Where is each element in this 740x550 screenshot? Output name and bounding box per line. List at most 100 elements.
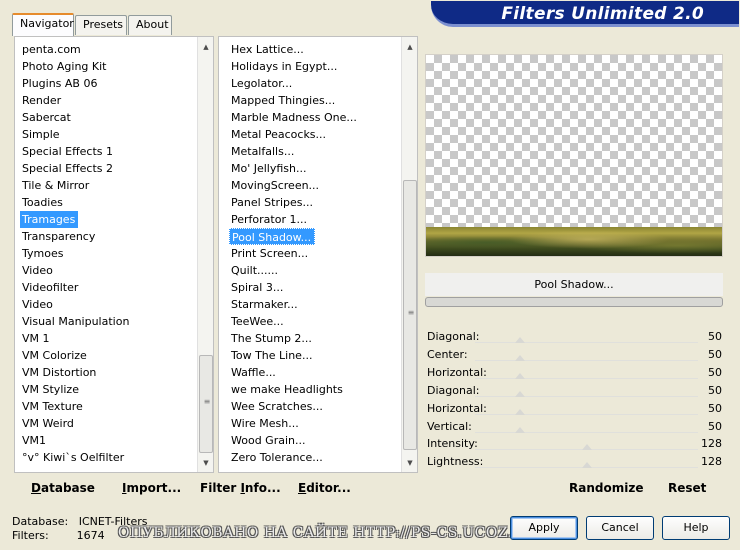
import-button[interactable]: Import...: [122, 481, 181, 495]
list-item[interactable]: Tramages: [20, 211, 79, 228]
slider-knob-icon[interactable]: [514, 408, 525, 415]
list-item[interactable]: Render: [20, 92, 61, 109]
scroll-down-arrow-icon[interactable]: ▼: [402, 455, 418, 471]
list-item[interactable]: Zero Tolerance...: [229, 449, 323, 466]
parameter-row[interactable]: Intensity: 128: [425, 435, 723, 453]
list-item[interactable]: VM1: [20, 432, 46, 449]
parameter-row[interactable]: Diagonal: 50: [425, 328, 723, 346]
tab-about[interactable]: About: [128, 15, 172, 35]
list-item[interactable]: The Stump 2...: [229, 330, 312, 347]
list-item[interactable]: Videofilter: [20, 279, 78, 296]
scrollbar-thumb[interactable]: ≡: [199, 355, 213, 453]
parameter-row[interactable]: Center: 50: [425, 346, 723, 364]
list-item[interactable]: Metal Peacocks...: [229, 126, 326, 143]
scroll-up-arrow-icon[interactable]: ▲: [198, 39, 214, 55]
filter-list[interactable]: Hex Lattice... Holidays in Egypt... Legola…: [229, 41, 401, 469]
parameter-row[interactable]: Vertical: 50: [425, 418, 723, 436]
list-item[interactable]: Special Effects 1: [20, 143, 113, 160]
list-item[interactable]: MovingScreen...: [229, 177, 319, 194]
list-item[interactable]: Photo Aging Kit: [20, 58, 106, 75]
slider-knob-icon[interactable]: [581, 462, 592, 469]
list-item[interactable]: Quilt......: [229, 262, 278, 279]
scroll-up-arrow-icon[interactable]: ▲: [402, 39, 418, 55]
filter-info-button[interactable]: Filter Info...: [200, 481, 281, 495]
list-item[interactable]: Tow The Line...: [229, 347, 312, 364]
list-item[interactable]: Metalfalls...: [229, 143, 294, 160]
scrollbar-thumb[interactable]: ≡: [403, 180, 417, 450]
list-item[interactable]: we make Headlights: [229, 381, 343, 398]
filter-scrollbar[interactable]: ▲ ≡ ▼: [401, 37, 417, 472]
list-item[interactable]: VM Stylize: [20, 381, 79, 398]
list-item[interactable]: Wire Mesh...: [229, 415, 299, 432]
parameter-row[interactable]: Horizontal: 50: [425, 400, 723, 418]
parameter-row[interactable]: Lightness: 128: [425, 453, 723, 471]
parameter-track[interactable]: [475, 395, 698, 397]
slider-knob-icon[interactable]: [514, 337, 525, 343]
parameter-track[interactable]: [475, 431, 698, 433]
list-item[interactable]: Tile & Mirror: [20, 177, 89, 194]
list-item[interactable]: Starmaker...: [229, 296, 298, 313]
slider-knob-icon[interactable]: [514, 372, 525, 379]
parameter-track[interactable]: [475, 359, 698, 361]
list-item[interactable]: TeeWee...: [229, 313, 284, 330]
list-item[interactable]: VM Texture: [20, 398, 83, 415]
category-list[interactable]: penta.com Photo Aging Kit Plugins AB 06 Ren…: [20, 41, 198, 469]
help-button[interactable]: Help: [662, 516, 730, 540]
list-item[interactable]: Hex Lattice...: [229, 41, 304, 58]
database-button[interactable]: Database: [31, 481, 95, 495]
list-item[interactable]: Special Effects 2: [20, 160, 113, 177]
scroll-down-arrow-icon[interactable]: ▼: [198, 455, 214, 471]
list-item[interactable]: Visual Manipulation: [20, 313, 129, 330]
category-scrollbar[interactable]: ▲ ≡ ▼: [197, 37, 213, 472]
list-item[interactable]: VM Colorize: [20, 347, 87, 364]
list-item[interactable]: Pool Shadow...: [229, 228, 316, 245]
list-item[interactable]: Video: [20, 262, 53, 279]
tab-presets[interactable]: Presets: [75, 15, 127, 35]
list-item[interactable]: Video: [20, 296, 53, 313]
list-item[interactable]: Mapped Thingies...: [229, 92, 335, 109]
list-item[interactable]: Tymoes: [20, 245, 63, 262]
list-item[interactable]: Toadies: [20, 194, 63, 211]
title-banner: Filters Unlimited 2.0: [431, 1, 739, 27]
slider-knob-icon[interactable]: [514, 426, 525, 433]
list-item[interactable]: Waffle...: [229, 364, 276, 381]
list-item[interactable]: Spiral 3...: [229, 279, 283, 296]
parameter-track[interactable]: [475, 413, 698, 415]
list-item[interactable]: Wood Grain...: [229, 432, 305, 449]
scroll-grip-icon: ≡: [407, 308, 415, 317]
list-item[interactable]: Simple: [20, 126, 60, 143]
list-item[interactable]: penta.com: [20, 41, 81, 58]
apply-button[interactable]: Apply: [510, 516, 578, 540]
list-item[interactable]: VM Weird: [20, 415, 74, 432]
list-item[interactable]: VM Distortion: [20, 364, 96, 381]
tab-navigator[interactable]: Navigator: [12, 13, 74, 36]
app-title: Filters Unlimited 2.0: [501, 4, 704, 24]
list-item[interactable]: Holidays in Egypt...: [229, 58, 337, 75]
list-item[interactable]: Wee Scratches...: [229, 398, 323, 415]
list-item[interactable]: Panel Stripes...: [229, 194, 313, 211]
randomize-button[interactable]: Randomize: [569, 481, 643, 495]
list-item[interactable]: Transparency: [20, 228, 95, 245]
list-item[interactable]: VM 1: [20, 330, 50, 347]
list-item[interactable]: Marble Madness One...: [229, 109, 357, 126]
list-item[interactable]: °v° Kiwi`s Oelfilter: [20, 449, 124, 466]
cancel-button[interactable]: Cancel: [586, 516, 654, 540]
list-item[interactable]: Plugins AB 06: [20, 75, 97, 92]
list-item[interactable]: Legolator...: [229, 75, 292, 92]
list-item[interactable]: Mo' Jellyfish...: [229, 160, 307, 177]
parameter-value: 50: [708, 401, 722, 415]
list-item[interactable]: Sabercat: [20, 109, 71, 126]
slider-knob-icon[interactable]: [581, 444, 592, 451]
reset-button[interactable]: Reset: [668, 481, 706, 495]
slider-knob-icon[interactable]: [514, 354, 525, 361]
parameter-track[interactable]: [475, 342, 698, 343]
parameter-row[interactable]: Diagonal: 50: [425, 382, 723, 400]
editor-button[interactable]: Editor...: [298, 481, 351, 495]
list-item[interactable]: Perforator 1...: [229, 211, 307, 228]
parameter-value: 50: [708, 419, 722, 433]
list-item[interactable]: Print Screen...: [229, 245, 308, 262]
preview-zoom-slider[interactable]: [425, 297, 723, 307]
slider-knob-icon[interactable]: [514, 390, 525, 397]
parameter-track[interactable]: [475, 377, 698, 379]
parameter-row[interactable]: Horizontal: 50: [425, 364, 723, 382]
